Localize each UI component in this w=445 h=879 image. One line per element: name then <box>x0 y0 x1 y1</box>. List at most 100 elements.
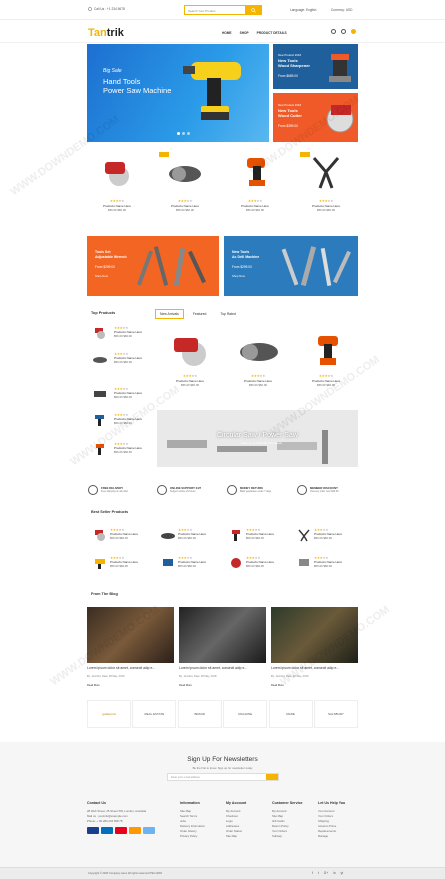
side-banner-title: New Tools Wood Sharpener <box>278 58 310 68</box>
circular-saw-banner[interactable]: Circular Saw / Power Saw Save up to 20% … <box>157 410 358 467</box>
promo-banner-wrench[interactable]: Tools Set Adjustable Wrench From $299.00… <box>87 236 219 296</box>
feature-online-support: ONLINE SUPPORT 24/7 Support online 24 hou… <box>157 480 201 500</box>
blog-post-meta: By: Jennifer, Date: 28 May, 2018 <box>87 675 125 678</box>
footer-col-account: My Account My Account Checkout Login Add… <box>226 801 246 839</box>
feature-free-delivery: FREE DELIVERY Free shipping on all order <box>88 480 128 500</box>
nav-home[interactable]: HOME <box>222 31 232 35</box>
blog-post[interactable]: Lorem ipsum dolor sit amet, consecti adi… <box>179 607 266 692</box>
feature-text: FREE DELIVERY Free shipping on all order <box>101 486 129 494</box>
hero-tagline: Big Sale <box>103 68 122 74</box>
best-seller-item[interactable]: ★★★★★ Products Name Here $56.00 $60.00 <box>226 554 288 574</box>
brand-logo[interactable]: SALSBURY <box>313 700 358 728</box>
logo[interactable]: Tantrik <box>88 27 124 39</box>
product-thumb <box>95 328 105 339</box>
best-seller-item[interactable]: ★★★★★ Products Name Here $56.00 $60.00 <box>294 526 356 546</box>
blog-post-title[interactable]: Lorem ipsum dolor sit amet, consecti adi… <box>179 666 247 670</box>
language-select[interactable]: Language: English <box>290 8 316 12</box>
newsletter-form: Enter your email address <box>167 773 279 781</box>
product-info: ★★★★★ Products Name Here $56.00 $60.00 <box>246 528 274 540</box>
product-image <box>312 157 340 189</box>
product-price: $56.00 $60.00 <box>114 334 132 338</box>
header-icons <box>331 29 356 34</box>
product-thumb <box>95 415 104 426</box>
read-more-link[interactable]: Read More <box>87 684 100 687</box>
product-info: ★★★★★ Products Name Here $56.00 $60.00 <box>155 199 215 213</box>
search-box[interactable]: Search Your Product <box>184 5 262 15</box>
tab-new-arrivals[interactable]: New Arrivals <box>155 309 184 319</box>
best-seller-item[interactable]: ★★★★★ Products Name Here $56.00 $60.00 <box>90 526 152 546</box>
hero-title-line1: Hand Tools <box>103 77 141 86</box>
best-seller-item[interactable]: ★★★★★ Products Name Here $56.00 $60.00 <box>90 554 152 574</box>
promo-banner-drill[interactable]: New Tools Ac Drill Machine From $299.00 … <box>224 236 358 296</box>
currency-select[interactable]: Currency: USD <box>331 8 352 12</box>
brand-logo[interactable]: BRAND <box>177 700 222 728</box>
top-product-item[interactable]: ★★★★★ Products Name Here $56.00 $60.00 <box>90 322 150 342</box>
top-product-item[interactable]: ★★★★★ Products Name Here $56.00 $60.00 <box>90 348 150 368</box>
tab-product-card[interactable]: ★★★★★ Products Name Here $56.00 $60.00 <box>228 330 288 400</box>
tools-image <box>137 246 206 287</box>
slider-dot[interactable] <box>182 132 185 135</box>
product-card[interactable]: ★★★★★ Products Name Here $56.00 $60.00 <box>155 152 215 220</box>
slider-dot[interactable] <box>177 132 180 135</box>
product-price: $56.00 $60.00 <box>249 383 267 387</box>
footer-link[interactable]: Privacy Policy <box>180 834 205 839</box>
product-image <box>174 338 206 366</box>
tab-top-rated[interactable]: Top Rated <box>215 309 240 319</box>
best-seller-item[interactable]: ★★★★★ Products Name Here $56.00 $60.00 <box>294 554 356 574</box>
brand-logo[interactable]: REAL ESTATE <box>132 700 177 728</box>
product-price: $56.00 $60.00 <box>317 208 335 212</box>
product-info: ★★★★★ Products Name Here $56.00 $60.00 <box>160 374 220 388</box>
promo-line2: Ac Drill Machine <box>232 254 260 259</box>
feature-sub: Free shipping on all order <box>101 490 129 493</box>
footer-link[interactable]: Manage <box>318 834 345 839</box>
footer-col-help: Let Us Help You Your Account Your Orders… <box>318 801 345 839</box>
shop-now-link[interactable]: Shop Now <box>95 274 108 278</box>
brand-logo[interactable]: goldenrod <box>87 700 131 728</box>
product-info: ★★★★★ Products Name Here $56.00 $60.00 <box>87 199 147 213</box>
product-price: $56.00 $60.00 <box>114 395 132 399</box>
side-banner-sharpener[interactable]: New Product 2018 New Tools Wood Sharpene… <box>273 44 358 89</box>
cart-icon[interactable] <box>351 29 356 34</box>
google-plus-icon[interactable]: G+ <box>324 871 328 875</box>
wishlist-icon[interactable] <box>341 29 346 34</box>
brand-logo[interactable]: MADE <box>268 700 313 728</box>
page: Call Us : +1 234 5678 Search Your Produc… <box>0 0 445 879</box>
footer-phone: Phone: + 00 284 234 658 78 <box>87 819 123 823</box>
top-bar: Call Us : +1 234 5678 Search Your Produc… <box>0 0 445 20</box>
top-product-item[interactable]: ★★★★★ Products Name Here $56.00 $60.00 <box>90 383 150 403</box>
footer-heading: Let Us Help You <box>318 801 346 805</box>
tab-featured[interactable]: Featured <box>188 309 212 319</box>
product-price: $56.00 $60.00 <box>176 208 194 212</box>
newsletter-submit-button[interactable] <box>266 774 278 780</box>
blog-image[interactable] <box>179 607 266 663</box>
hero-title-line2: Power Saw Machine <box>103 86 172 95</box>
footer-link[interactable]: Site Map <box>226 834 246 839</box>
nav-product-details[interactable]: PRODUCT DETAILS <box>257 31 287 35</box>
best-seller-item[interactable]: ★★★★★ Products Name Here $56.00 $60.00 <box>158 526 220 546</box>
best-seller-item[interactable]: ★★★★★ Products Name Here $56.00 $60.00 <box>158 554 220 574</box>
blog-post-title[interactable]: Lorem ipsum dolor sit amet, consecti adi… <box>87 666 155 670</box>
search-button[interactable] <box>245 6 261 14</box>
shop-now-link[interactable]: Shop Now <box>232 274 245 278</box>
search-input[interactable]: Search Your Product <box>185 6 245 14</box>
product-card[interactable]: ★★★★★ Products Name Here $56.00 $60.00 <box>296 152 356 220</box>
product-price: $56.00 $60.00 <box>108 208 126 212</box>
product-card[interactable]: ★★★★★ Products Name Here $56.00 $60.00 <box>87 152 147 220</box>
headset-icon <box>157 485 167 495</box>
brand-logo[interactable]: MACHINE <box>223 700 268 728</box>
account-icon[interactable] <box>331 29 336 34</box>
linkedin-icon[interactable]: in <box>333 871 335 875</box>
product-info: ★★★★★ Products Name Here $56.00 $60.00 <box>314 556 342 568</box>
read-more-link[interactable]: Read More <box>179 684 192 687</box>
product-price: $56.00 $60.00 <box>314 536 332 540</box>
footer-link[interactable]: Subway <box>272 834 303 839</box>
discount-icon <box>297 485 307 495</box>
facebook-icon[interactable]: f <box>312 871 313 875</box>
side-banner-line2: Wood Cutter <box>278 113 302 118</box>
youtube-icon[interactable]: yt <box>341 871 343 875</box>
newsletter-email-input[interactable]: Enter your email address <box>168 774 266 780</box>
twitter-icon[interactable]: t <box>318 871 319 875</box>
slider-dot[interactable] <box>187 132 190 135</box>
nav-shop[interactable]: SHOP <box>240 31 249 35</box>
best-seller-item[interactable]: ★★★★★ Products Name Here $56.00 $60.00 <box>226 526 288 546</box>
